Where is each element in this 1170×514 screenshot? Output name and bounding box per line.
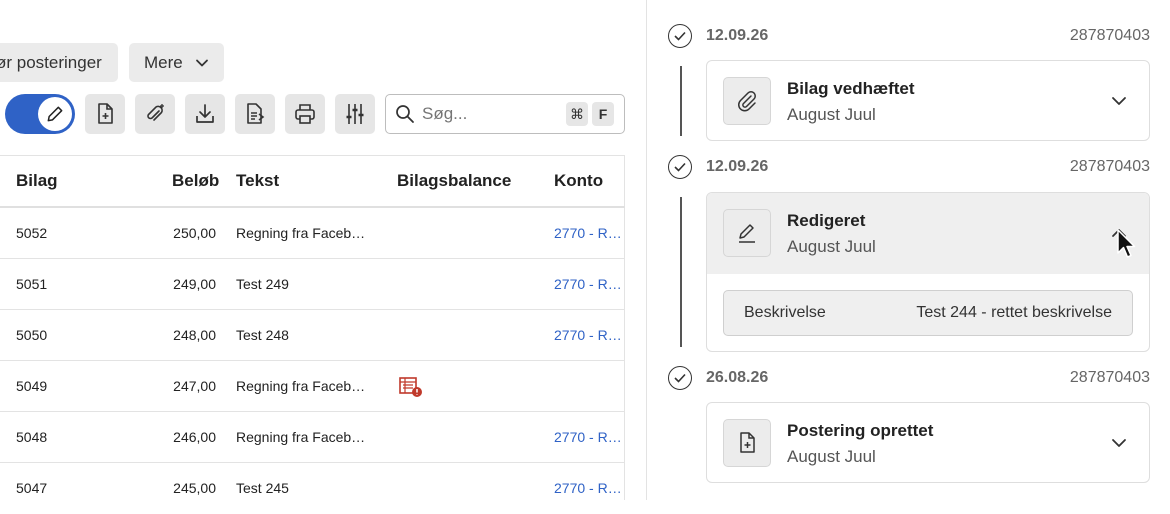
auto-attach-button[interactable] bbox=[135, 94, 175, 134]
sliders-icon bbox=[346, 104, 364, 124]
history-reference: 287870403 bbox=[1069, 158, 1150, 175]
balance-warning-icon[interactable] bbox=[399, 376, 423, 398]
paperclip-icon bbox=[723, 77, 771, 125]
cell-konto-link[interactable]: 2770 - R… bbox=[554, 327, 622, 343]
search-input[interactable] bbox=[420, 103, 544, 125]
table-row[interactable]: 5052 250,00 Regning fra Faceb… 2770 - R… bbox=[0, 208, 625, 259]
timeline-line bbox=[680, 197, 682, 347]
timeline-line bbox=[680, 66, 682, 136]
panel-divider bbox=[646, 0, 647, 500]
check-circle-icon bbox=[668, 24, 692, 48]
cell-bilag: 5048 bbox=[16, 429, 48, 445]
cell-konto-link[interactable]: 2770 - R… bbox=[554, 225, 622, 241]
print-button[interactable] bbox=[285, 94, 325, 134]
cell-tekst: Test 245 bbox=[236, 480, 289, 496]
col-header-bilag[interactable]: Bilag bbox=[16, 171, 58, 191]
pencil-icon bbox=[723, 209, 771, 257]
new-document-icon bbox=[723, 419, 771, 467]
history-date: 12.09.26 bbox=[706, 158, 769, 175]
col-header-tekst[interactable]: Tekst bbox=[236, 171, 279, 191]
more-button[interactable]: Mere bbox=[129, 43, 224, 82]
table-row[interactable]: 5050 248,00 Test 248 2770 - R… bbox=[0, 310, 625, 361]
shortcut-cmd-key: ⌘ bbox=[566, 102, 588, 126]
table-row[interactable]: 5049 247,00 Regning fra Faceb… bbox=[0, 361, 625, 412]
history-title: Redigeret bbox=[787, 211, 866, 230]
cell-tekst: Regning fra Faceb… bbox=[236, 429, 366, 445]
check-circle-icon bbox=[668, 366, 692, 390]
table-row[interactable]: 5048 246,00 Regning fra Faceb… 2770 - R… bbox=[0, 412, 625, 463]
cell-beloeb: 246,00 bbox=[173, 429, 216, 445]
check-circle-icon bbox=[668, 155, 692, 179]
card-header-expanded[interactable] bbox=[707, 193, 1149, 274]
new-document-button[interactable] bbox=[85, 94, 125, 134]
filter-settings-button[interactable] bbox=[335, 94, 375, 134]
printer-icon bbox=[295, 104, 315, 124]
cell-bilag: 5051 bbox=[16, 276, 48, 292]
history-card-postering-oprettet[interactable]: Postering oprettet August Juul bbox=[706, 402, 1150, 483]
cell-konto-link[interactable]: 2770 - R… bbox=[554, 276, 622, 292]
chevron-down-icon bbox=[195, 59, 208, 66]
history-reference: 287870403 bbox=[1069, 369, 1150, 386]
download-button[interactable] bbox=[185, 94, 225, 134]
table-row[interactable]: 5047 245,00 Test 245 2770 - R… bbox=[0, 463, 625, 514]
posteringer-button[interactable]: ør posteringer bbox=[0, 43, 118, 82]
mouse-cursor-icon bbox=[1117, 229, 1136, 258]
edit-mode-toggle[interactable] bbox=[5, 94, 75, 134]
chevron-down-icon[interactable] bbox=[1111, 93, 1127, 109]
cell-konto-link[interactable]: 2770 - R… bbox=[554, 480, 622, 496]
cell-beloeb: 250,00 bbox=[173, 225, 216, 241]
change-detail-row: Beskrivelse Test 244 - rettet beskrivels… bbox=[723, 290, 1133, 336]
cell-konto-link[interactable]: 2770 - R… bbox=[554, 429, 622, 445]
cell-beloeb: 247,00 bbox=[173, 378, 216, 394]
history-reference: 287870403 bbox=[1069, 27, 1150, 44]
change-field-label: Beskrivelse bbox=[744, 304, 826, 321]
cell-beloeb: 249,00 bbox=[173, 276, 216, 292]
history-user: August Juul bbox=[787, 105, 876, 124]
posteringer-label: ør posteringer bbox=[0, 52, 102, 72]
col-header-beloeb[interactable]: Beløb bbox=[172, 171, 219, 191]
search-box[interactable]: ⌘ F bbox=[385, 94, 625, 134]
search-icon bbox=[396, 105, 414, 123]
cell-tekst: Regning fra Faceb… bbox=[236, 378, 366, 394]
shortcut-f-key: F bbox=[592, 102, 614, 126]
cell-beloeb: 248,00 bbox=[173, 327, 216, 343]
export-button[interactable] bbox=[235, 94, 275, 134]
history-card-bilag-vedhaeftet[interactable]: Bilag vedhæftet August Juul bbox=[706, 60, 1150, 141]
history-user: August Juul bbox=[787, 237, 876, 256]
table-row[interactable]: 5051 249,00 Test 249 2770 - R… bbox=[0, 259, 625, 310]
history-title: Bilag vedhæftet bbox=[787, 79, 915, 98]
history-date: 12.09.26 bbox=[706, 27, 769, 44]
cell-tekst: Test 249 bbox=[236, 276, 289, 292]
more-label: Mere bbox=[144, 52, 183, 72]
history-title: Postering oprettet bbox=[787, 421, 934, 440]
chevron-down-icon[interactable] bbox=[1111, 435, 1127, 451]
cell-bilag: 5050 bbox=[16, 327, 48, 343]
history-user: August Juul bbox=[787, 447, 876, 466]
cell-beloeb: 245,00 bbox=[173, 480, 216, 496]
col-header-bilagsbalance[interactable]: Bilagsbalance bbox=[397, 171, 511, 191]
magic-paperclip-icon bbox=[147, 104, 164, 121]
export-document-icon bbox=[247, 103, 265, 124]
cell-tekst: Test 248 bbox=[236, 327, 289, 343]
download-icon bbox=[196, 104, 214, 123]
cell-bilag: 5049 bbox=[16, 378, 48, 394]
col-header-konto[interactable]: Konto bbox=[554, 171, 603, 191]
new-document-icon bbox=[98, 103, 113, 124]
cell-bilag: 5052 bbox=[16, 225, 48, 241]
cell-bilag: 5047 bbox=[16, 480, 48, 496]
history-date: 26.08.26 bbox=[706, 369, 769, 386]
change-field-value: Test 244 - rettet beskrivelse bbox=[916, 304, 1112, 321]
toggle-knob bbox=[38, 97, 72, 131]
history-card-redigeret[interactable]: Redigeret August Juul Beskrivelse Test 2… bbox=[706, 192, 1150, 352]
pencil-icon bbox=[47, 106, 63, 122]
cell-tekst: Regning fra Faceb… bbox=[236, 225, 366, 241]
